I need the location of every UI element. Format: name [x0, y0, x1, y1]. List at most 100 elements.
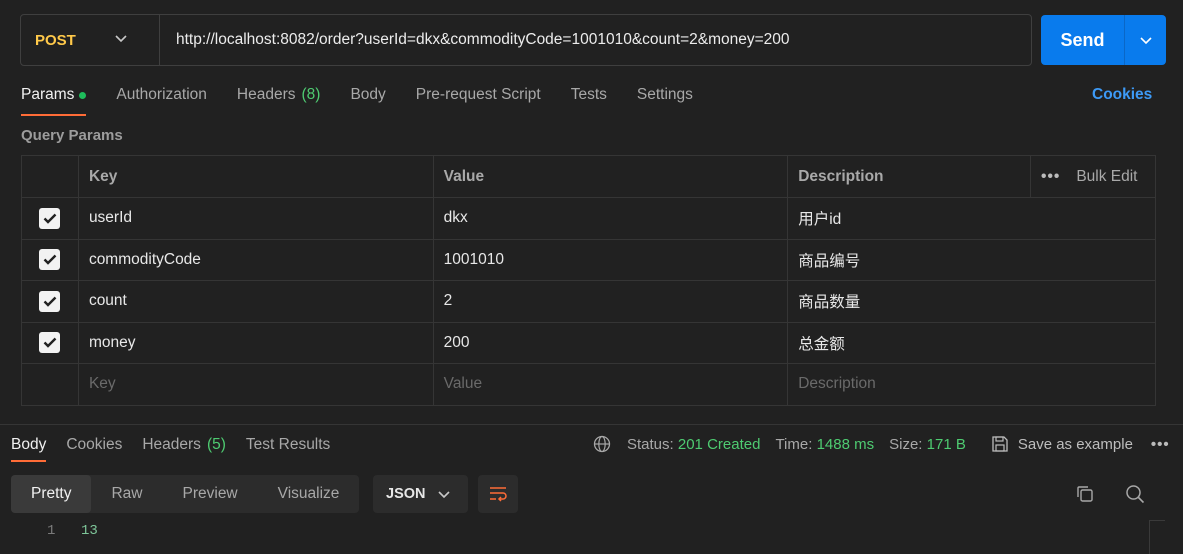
tab-prerequest-label: Pre-request Script	[415, 86, 541, 103]
new-value-input[interactable]: Value	[432, 363, 789, 406]
tab-body-label: Body	[350, 86, 386, 103]
tab-settings-label: Settings	[636, 86, 693, 103]
format-pretty[interactable]: Pretty	[11, 475, 92, 513]
format-raw[interactable]: Raw	[91, 475, 162, 513]
send-options-button[interactable]	[1125, 15, 1166, 65]
param-key[interactable]: userId	[77, 197, 434, 240]
cookies-link[interactable]: Cookies	[1092, 86, 1152, 104]
param-value[interactable]: 2	[432, 280, 789, 323]
language-select[interactable]: JSON	[373, 475, 468, 513]
tab-response-headers-label: Headers	[142, 436, 201, 453]
query-params-title: Query Params	[21, 127, 123, 144]
tab-params[interactable]: Params	[21, 82, 87, 116]
tab-prerequest-script[interactable]: Pre-request Script	[416, 82, 541, 116]
table-row: money 200 总金额	[21, 321, 1156, 364]
size-value: 171 B	[926, 435, 966, 453]
description-column-header: Description	[787, 155, 1032, 198]
check-icon	[43, 254, 57, 265]
row-checkbox[interactable]	[39, 249, 61, 271]
row-checkbox[interactable]	[39, 290, 61, 312]
pane-divider[interactable]	[0, 424, 1183, 425]
table-row-new: Key Value Description	[21, 363, 1156, 406]
table-header-row: Key Value Description ••• Bulk Edit	[21, 155, 1156, 198]
save-as-example-label: Save as example	[1017, 435, 1133, 453]
row-checkbox[interactable]	[39, 207, 61, 229]
param-description[interactable]: 商品数量	[787, 280, 1156, 323]
request-tabs: Params Authorization Headers (8) Body Pr…	[21, 82, 723, 116]
format-visualize[interactable]: Visualize	[258, 475, 360, 513]
check-icon	[43, 213, 57, 224]
checkbox-column-header	[21, 155, 79, 198]
response-tabs: Body Cookies Headers (5) Test Results	[11, 434, 350, 462]
query-params-table: Key Value Description ••• Bulk Edit user…	[21, 155, 1156, 406]
send-button-group: Send	[1041, 15, 1166, 65]
param-value[interactable]: 200	[432, 321, 789, 364]
more-options-icon[interactable]: •••	[1041, 168, 1060, 186]
tab-authorization-label: Authorization	[116, 86, 207, 103]
request-url-bar: POST	[20, 14, 1032, 66]
chevron-down-icon	[115, 35, 127, 45]
new-key-input[interactable]: Key	[77, 363, 434, 406]
headers-count-badge: (8)	[301, 86, 321, 103]
line-number: 1	[47, 523, 56, 539]
bulk-edit-button[interactable]: Bulk Edit	[1076, 168, 1137, 186]
method-dropdown[interactable]: POST	[21, 15, 160, 65]
value-column-header: Value	[432, 155, 789, 198]
send-button[interactable]: Send	[1041, 15, 1125, 65]
check-icon	[43, 296, 57, 307]
wrap-lines-button[interactable]	[478, 475, 518, 513]
language-label: JSON	[386, 486, 426, 502]
tab-params-label: Params	[21, 86, 75, 103]
param-key[interactable]: money	[77, 321, 434, 364]
copy-icon[interactable]	[1075, 484, 1095, 508]
chevron-down-icon	[1139, 32, 1152, 49]
param-key[interactable]: count	[77, 280, 434, 323]
param-key[interactable]: commodityCode	[77, 238, 434, 281]
status-label: Status:	[627, 435, 674, 453]
new-description-input[interactable]: Description	[787, 363, 1156, 406]
save-as-example-button[interactable]: Save as example	[991, 435, 1133, 453]
tab-tests[interactable]: Tests	[571, 82, 607, 116]
tab-tests-label: Tests	[570, 86, 607, 103]
more-options-icon[interactable]: •••	[1151, 436, 1170, 453]
size-meta[interactable]: Size: 171 B	[889, 436, 966, 453]
response-meta: Status: 201 Created Time: 1488 ms Size: …	[593, 435, 1170, 453]
table-row: count 2 商品数量	[21, 280, 1156, 323]
time-label: Time:	[775, 435, 813, 453]
scrollbar[interactable]	[1149, 520, 1165, 554]
status-value: 201 Created	[677, 435, 761, 453]
tab-authorization[interactable]: Authorization	[116, 82, 206, 116]
key-column-header: Key	[77, 155, 434, 198]
param-value[interactable]: 1001010	[432, 238, 789, 281]
check-icon	[43, 337, 57, 348]
bulk-edit-header: ••• Bulk Edit	[1030, 155, 1156, 198]
table-row: userId dkx 用户id	[21, 197, 1156, 240]
size-label: Size:	[889, 435, 923, 453]
format-preview[interactable]: Preview	[163, 475, 258, 513]
format-toggle-group: Pretty Raw Preview Visualize	[11, 475, 360, 513]
param-description[interactable]: 总金额	[787, 321, 1156, 364]
wrap-lines-icon	[490, 487, 507, 502]
param-description[interactable]: 商品编号	[787, 238, 1156, 281]
response-body-content[interactable]: 13	[81, 523, 98, 539]
save-icon	[992, 436, 1008, 452]
globe-icon[interactable]	[593, 435, 611, 453]
param-value[interactable]: dkx	[432, 197, 789, 240]
tab-headers-label: Headers	[236, 86, 296, 103]
tab-headers[interactable]: Headers (8)	[237, 82, 321, 116]
tab-settings[interactable]: Settings	[637, 82, 693, 116]
tab-response-body[interactable]: Body	[11, 434, 47, 462]
search-icon[interactable]	[1125, 484, 1145, 508]
tab-body[interactable]: Body	[350, 82, 385, 116]
table-row: commodityCode 1001010 商品编号	[21, 238, 1156, 281]
row-checkbox[interactable]	[39, 332, 61, 354]
tab-response-cookies[interactable]: Cookies	[66, 434, 122, 462]
tab-response-headers[interactable]: Headers (5)	[142, 434, 226, 462]
response-headers-count: (5)	[206, 436, 226, 453]
param-description[interactable]: 用户id	[787, 197, 1156, 240]
url-input[interactable]	[160, 15, 1031, 65]
active-dot-icon	[79, 92, 87, 99]
time-meta[interactable]: Time: 1488 ms	[775, 436, 874, 453]
tab-test-results[interactable]: Test Results	[246, 434, 330, 462]
status-meta[interactable]: Status: 201 Created	[627, 436, 760, 453]
